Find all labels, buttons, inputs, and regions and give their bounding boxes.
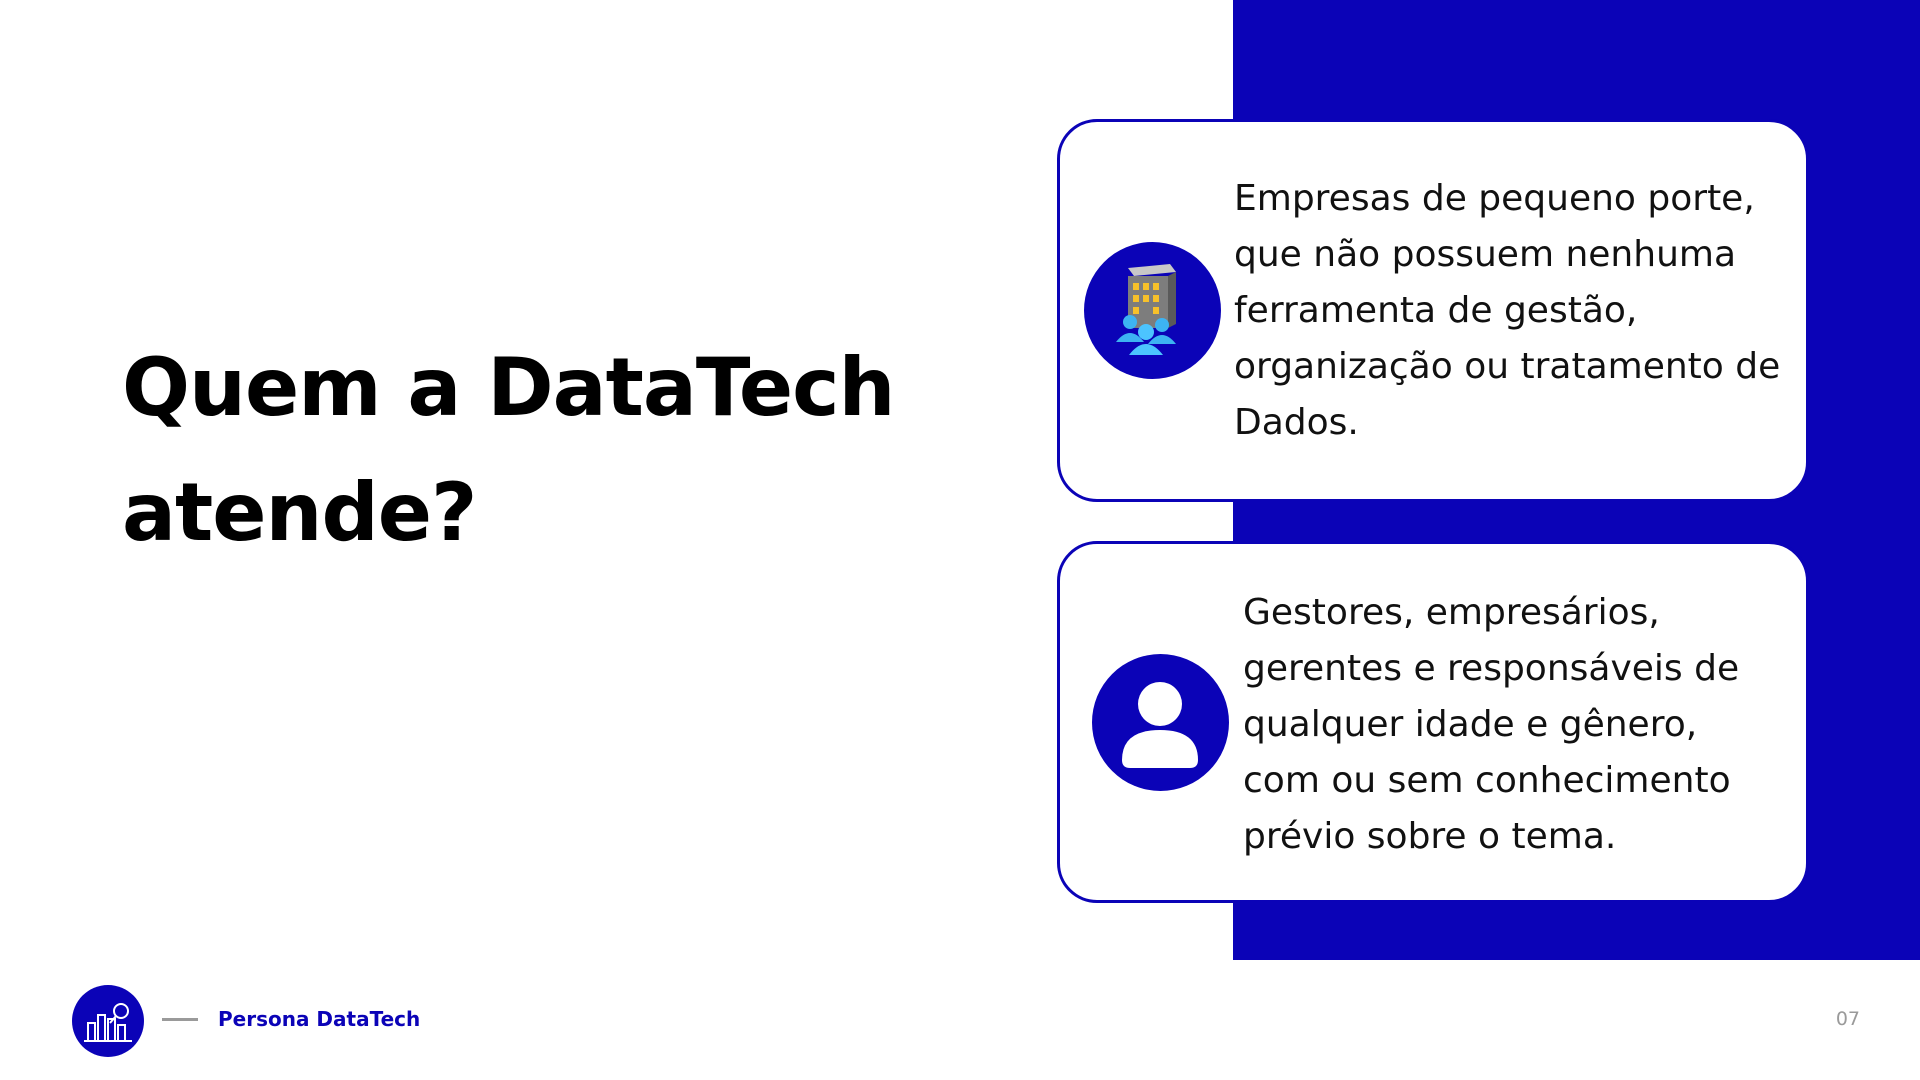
audience-card-companies: Empresas de pequeno porte, que não possu…	[1057, 119, 1809, 502]
footer-divider	[162, 1018, 198, 1021]
card-text: Gestores, empresários, gerentes e respon…	[1243, 592, 1740, 857]
footer-label: Persona DataTech	[218, 1007, 421, 1031]
office-building-people-icon	[1084, 242, 1221, 379]
slide-title: Quem a DataTech atende?	[122, 341, 895, 559]
page-number: 07	[1835, 1008, 1860, 1030]
card-text: Empresas de pequeno porte, que não possu…	[1234, 178, 1781, 443]
analytics-chart-icon	[72, 985, 144, 1057]
user-icon	[1092, 654, 1229, 791]
audience-card-managers: Gestores, empresários, gerentes e respon…	[1057, 541, 1809, 903]
